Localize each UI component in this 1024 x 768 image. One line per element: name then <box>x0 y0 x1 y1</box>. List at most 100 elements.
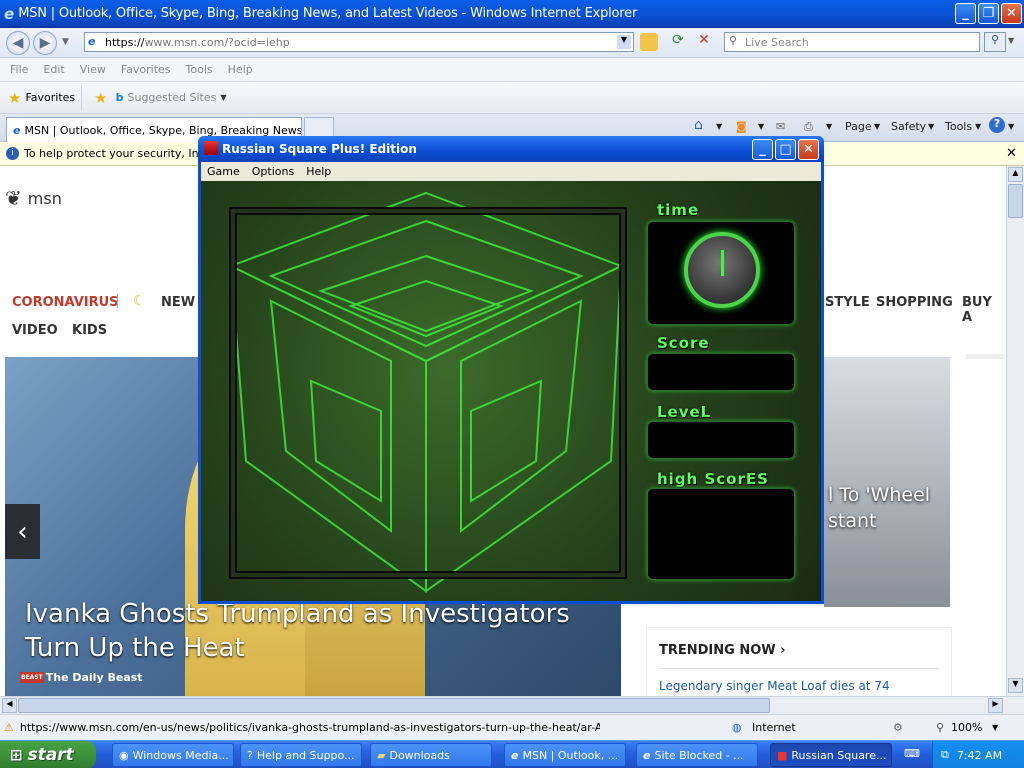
game-app-icon <box>204 141 218 155</box>
folder-icon: ▰ <box>377 748 386 762</box>
side-story-card[interactable]: l To 'Wheel stant <box>824 357 950 607</box>
favorites-button[interactable]: ★ Favorites <box>6 85 83 110</box>
score-panel <box>647 353 795 391</box>
scroll-right-icon[interactable]: ▶ <box>988 698 1003 713</box>
scroll-left-icon[interactable]: ◀ <box>2 698 17 713</box>
menu-file[interactable]: File <box>10 63 28 76</box>
ie-icon: e <box>511 748 519 762</box>
forward-button[interactable]: ▶ <box>33 31 57 55</box>
print-dropdown-icon[interactable]: ▼ <box>826 122 832 131</box>
time-panel <box>647 221 795 325</box>
help-icon[interactable]: ? <box>989 117 1005 133</box>
game-maximize-button[interactable]: □ <box>775 139 796 160</box>
scroll-thumb[interactable] <box>1008 184 1023 218</box>
mail-icon[interactable]: ✉ <box>776 120 785 133</box>
system-tray: ⧉ 7:42 AM <box>932 741 1024 768</box>
game-menu-game[interactable]: Game <box>207 165 240 178</box>
safety-menu[interactable]: Safety <box>891 120 926 133</box>
page-icon: e <box>88 35 96 48</box>
horizontal-scrollbar[interactable]: ◀ ▶ <box>0 696 1024 714</box>
clock-hand <box>721 250 724 276</box>
close-button[interactable]: ✕ <box>1001 3 1022 24</box>
game-menu-options[interactable]: Options <box>252 165 294 178</box>
carousel-prev-button[interactable]: ‹ <box>5 504 40 559</box>
protected-mode-icon[interactable]: ⚙ <box>893 721 903 734</box>
nav-kids[interactable]: KIDS <box>72 323 107 338</box>
suggested-sites-label: Suggested Sites <box>127 91 217 104</box>
menu-favorites[interactable]: Favorites <box>121 63 171 76</box>
time-label: time <box>657 201 700 219</box>
taskbar-help-support[interactable]: ? Help and Suppo... <box>240 743 362 767</box>
favorites-bar: ★ Favorites ★ b Suggested Sites ▼ <box>0 82 1024 114</box>
nav-buy-a[interactable]: BUY A <box>962 295 1006 325</box>
trending-divider <box>659 668 939 669</box>
game-minimize-button[interactable]: _ <box>752 139 773 160</box>
search-options-icon[interactable]: ▼ <box>1008 36 1014 45</box>
page-menu[interactable]: Page <box>845 120 872 133</box>
scroll-up-icon[interactable]: ▲ <box>1008 167 1023 182</box>
minimize-button[interactable]: _ <box>955 3 976 24</box>
address-dropdown-icon[interactable]: ▼ <box>617 35 631 49</box>
infobar-close-icon[interactable]: ✕ <box>1006 146 1017 161</box>
msn-logo-text: msn <box>27 188 62 208</box>
tools-menu[interactable]: Tools <box>945 120 972 133</box>
game-menu-help[interactable]: Help <box>306 165 331 178</box>
address-input[interactable]: e https:// www.msn.com /?ocid=iehp ▼ <box>84 32 634 52</box>
game-board[interactable] <box>229 207 627 579</box>
taskbar-windows-media[interactable]: ◉ Windows Media... <box>112 743 234 767</box>
nav-coronavirus[interactable]: CORONAVIRUS <box>12 295 119 310</box>
back-button[interactable]: ◀ <box>6 31 30 55</box>
zoom-level[interactable]: 100% <box>951 721 982 734</box>
game-title: Russian Square Plus! Edition <box>222 142 417 156</box>
home-icon[interactable]: ⌂ <box>694 117 703 133</box>
add-favorite-icon[interactable]: ★ <box>94 89 107 107</box>
nav-style[interactable]: STYLE <box>825 295 870 310</box>
hscroll-thumb[interactable] <box>18 698 770 713</box>
nav-video[interactable]: VIDEO <box>12 323 58 338</box>
help-dropdown-icon[interactable]: ▼ <box>1008 122 1014 131</box>
nav-shopping[interactable]: SHOPPING <box>876 295 953 310</box>
taskbar-russian-square[interactable]: ■ Russian Square... <box>770 743 892 767</box>
scroll-down-icon[interactable]: ▼ <box>1008 678 1023 693</box>
trending-item[interactable]: Legendary singer Meat Loaf dies at 74 <box>659 679 890 693</box>
start-button[interactable]: ⊞ start <box>0 741 96 768</box>
refresh-icon[interactable]: ⟳ <box>668 32 688 52</box>
menu-edit[interactable]: Edit <box>43 63 64 76</box>
taskbar-msn[interactable]: e MSN | Outlook, ... <box>504 743 626 767</box>
menu-tools[interactable]: Tools <box>186 63 213 76</box>
history-dropdown-icon[interactable]: ▼ <box>62 37 69 47</box>
security-zone[interactable]: Internet <box>752 721 796 734</box>
vertical-scrollbar[interactable]: ▲ ▼ <box>1006 166 1024 696</box>
home-dropdown-icon[interactable]: ▼ <box>716 122 722 131</box>
print-icon[interactable]: ⎙ <box>804 120 813 134</box>
game-close-button[interactable]: ✕ <box>798 139 819 160</box>
search-button[interactable]: ⚲ <box>984 32 1006 52</box>
taskbar-site-blocked[interactable]: e Site Blocked - ... <box>636 743 758 767</box>
taskbar-downloads[interactable]: ▰ Downloads <box>370 743 492 767</box>
clock-icon <box>684 232 760 308</box>
keyboard-icon[interactable]: ⌨ <box>904 747 920 760</box>
suggested-sites-button[interactable]: b Suggested Sites ▼ <box>116 91 227 104</box>
address-host: www.msn.com <box>144 35 225 49</box>
hero-title[interactable]: Ivanka Ghosts Trumpland as Investigators… <box>25 597 615 665</box>
stop-icon[interactable]: ✕ <box>694 32 714 52</box>
feeds-dropdown-icon[interactable]: ▼ <box>758 122 764 131</box>
network-icon[interactable]: ⧉ <box>941 748 949 762</box>
feeds-icon[interactable]: ◙ <box>736 120 747 133</box>
menu-view[interactable]: View <box>80 63 106 76</box>
address-path: /?ocid=iehp <box>224 35 290 49</box>
hero-source[interactable]: BEAST The Daily Beast <box>20 671 143 684</box>
chevron-down-icon: ▼ <box>220 93 227 102</box>
level-label: LeveL <box>657 403 712 421</box>
lock-icon[interactable] <box>640 33 658 51</box>
browser-title: MSN | Outlook, Office, Skype, Bing, Brea… <box>18 6 638 21</box>
msn-logo[interactable]: ❦ msn <box>5 186 62 210</box>
game-title-bar[interactable]: Russian Square Plus! Edition _ □ ✕ <box>198 136 824 162</box>
zoom-dropdown-icon[interactable]: ▼ <box>992 723 998 732</box>
maximize-button[interactable]: ❐ <box>978 3 999 24</box>
clock[interactable]: 7:42 AM <box>957 749 1002 762</box>
butterfly-icon: ❦ <box>5 186 22 210</box>
menu-help[interactable]: Help <box>228 63 253 76</box>
trending-header[interactable]: TRENDING NOW › <box>659 643 786 658</box>
search-input[interactable]: ⚲ Live Search <box>724 32 980 52</box>
